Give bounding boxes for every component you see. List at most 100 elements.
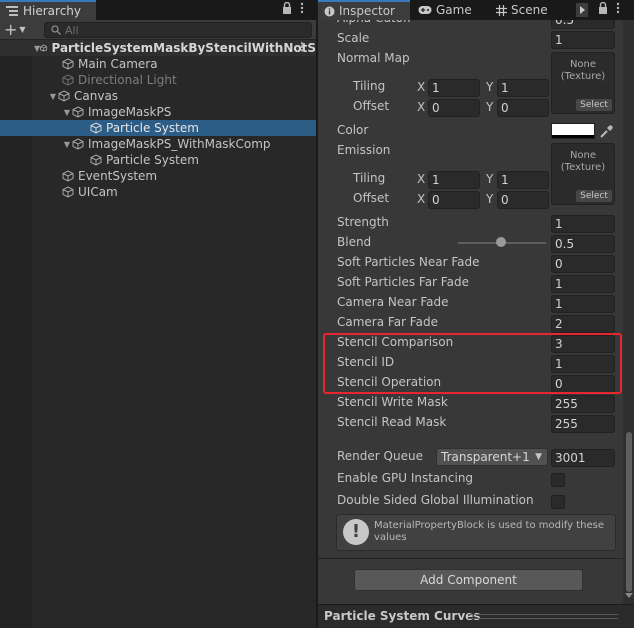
blend-slider-handle[interactable] xyxy=(496,237,506,247)
curves-title: Particle System Curves xyxy=(324,609,481,623)
render-queue-dropdown[interactable]: Transparent+1 ▼ xyxy=(436,448,548,466)
normal-map-offset-x-field[interactable]: 0 xyxy=(428,99,480,117)
stencil-write-mask-row: Stencil Write Mask 255 xyxy=(318,394,623,414)
emission-tiling-x-field[interactable]: 1 xyxy=(428,171,480,189)
lock-icon[interactable] xyxy=(282,2,292,14)
emission-offset-x-field[interactable]: 0 xyxy=(428,191,480,209)
particle-system-curves-header[interactable]: Particle System Curves xyxy=(318,604,634,628)
hierarchy-item-imagemaskps-withmaskcomp[interactable]: ▼ ImageMaskPS_WithMaskComp xyxy=(0,136,316,152)
help-box: ! MaterialPropertyBlock is used to modif… xyxy=(336,514,616,551)
hierarchy-item-canvas[interactable]: ▼ Canvas xyxy=(0,88,316,104)
y-label: Y xyxy=(486,100,494,114)
normal-map-tiling-x-field[interactable]: 1 xyxy=(428,79,480,97)
search-input[interactable] xyxy=(65,23,265,37)
hierarchy-item-label: Main Camera xyxy=(78,57,158,71)
camera-near-field[interactable]: 1 xyxy=(551,295,615,313)
normal-map-tiling-row: Tiling X 1 Y 1 xyxy=(318,78,623,98)
tab-game-label: Game xyxy=(436,3,472,17)
soft-far-field[interactable]: 1 xyxy=(551,275,615,293)
scroll-down-arrow-icon[interactable] xyxy=(625,593,633,598)
soft-near-row: Soft Particles Near Fade 0 xyxy=(318,254,623,274)
eyedropper-icon[interactable] xyxy=(598,124,614,140)
gpu-instancing-label: Enable GPU Instancing xyxy=(337,471,474,485)
normal-map-offset-y-field[interactable]: 0 xyxy=(497,99,549,117)
strength-row: Strength 1 xyxy=(318,214,623,234)
tab-scene[interactable]: Scene xyxy=(490,0,566,20)
resize-grip-icon[interactable] xyxy=(468,614,618,619)
soft-near-field[interactable]: 0 xyxy=(551,255,615,273)
hierarchy-item-eventsystem[interactable]: EventSystem xyxy=(0,168,316,184)
scene-name: ParticleSystemMaskByStencilWithNotS xyxy=(51,41,316,55)
double-sided-gi-checkbox[interactable] xyxy=(551,495,565,509)
normal-map-offset-row: Offset X 0 Y 0 xyxy=(318,98,623,118)
chevron-down-icon: ▼ xyxy=(19,25,26,34)
hierarchy-item-directional-light[interactable]: Directional Light xyxy=(0,72,316,88)
unity-scene-icon xyxy=(40,44,48,52)
tiling-label: Tiling xyxy=(353,79,386,93)
camera-near-label: Camera Near Fade xyxy=(337,295,449,309)
emission-offset-y-field[interactable]: 0 xyxy=(497,191,549,209)
hierarchy-item-label: Canvas xyxy=(74,89,119,103)
hierarchy-item-particle-system[interactable]: Particle System xyxy=(0,152,316,168)
tab-game[interactable]: Game xyxy=(412,0,488,20)
tab-scene-label: Scene xyxy=(511,3,548,17)
soft-far-label: Soft Particles Far Fade xyxy=(337,275,469,289)
stencil-write-mask-label: Stencil Write Mask xyxy=(337,395,448,409)
hierarchy-item-label: Directional Light xyxy=(78,73,177,87)
gameobject-cube-icon xyxy=(90,154,102,166)
more-options-icon[interactable] xyxy=(300,2,304,14)
add-component-button[interactable]: Add Component xyxy=(354,569,583,591)
hierarchy-item-label: ImageMaskPS xyxy=(88,105,172,119)
normal-map-tiling-y-field[interactable]: 1 xyxy=(497,79,549,97)
hierarchy-item-main-camera[interactable]: Main Camera xyxy=(0,56,316,72)
grid-icon xyxy=(496,4,507,16)
hierarchy-item-uicam[interactable]: UICam xyxy=(0,184,316,200)
gameobject-cube-icon xyxy=(62,58,74,70)
gpu-instancing-checkbox[interactable] xyxy=(551,473,565,487)
x-label: X xyxy=(417,100,426,114)
gameobject-cube-icon xyxy=(62,170,74,182)
texture-none-label: None xyxy=(569,59,597,70)
expand-triangle-icon[interactable]: ▼ xyxy=(62,140,72,149)
color-label: Color xyxy=(337,123,369,137)
tiling-label: Tiling xyxy=(353,171,386,185)
y-label: Y xyxy=(486,172,494,186)
offset-label: Offset xyxy=(353,99,390,113)
color-swatch[interactable] xyxy=(551,123,595,139)
hierarchy-item-imagemaskps[interactable]: ▼ ImageMaskPS xyxy=(0,104,316,120)
stencil-write-mask-field[interactable]: 255 xyxy=(551,395,615,413)
create-button[interactable]: + ▼ xyxy=(4,21,34,39)
tab-hierarchy[interactable]: Hierarchy xyxy=(0,0,96,20)
scene-row[interactable]: ▼ ParticleSystemMaskByStencilWithNotS ⋮ xyxy=(0,40,316,56)
emission-tiling-y-field[interactable]: 1 xyxy=(497,171,549,189)
hierarchy-item-label: Particle System xyxy=(106,121,199,135)
hierarchy-item-particle-system-selected[interactable]: Particle System xyxy=(0,120,316,136)
more-options-icon[interactable] xyxy=(616,2,620,14)
render-queue-field[interactable]: 3001 xyxy=(551,449,615,467)
scrollbar-thumb[interactable] xyxy=(626,432,632,592)
soft-near-label: Soft Particles Near Fade xyxy=(337,255,480,269)
section-divider xyxy=(318,558,623,559)
warning-icon: ! xyxy=(343,519,369,545)
tab-overflow-button[interactable] xyxy=(576,3,588,17)
hierarchy-search[interactable] xyxy=(44,22,312,38)
scale-field[interactable]: 1 xyxy=(551,31,615,49)
info-icon xyxy=(324,6,335,16)
strength-field[interactable]: 1 xyxy=(551,215,615,233)
expand-triangle-icon[interactable]: ▼ xyxy=(62,108,72,117)
chevron-down-icon: ▼ xyxy=(535,452,542,462)
inspector-scrollbar[interactable] xyxy=(623,20,634,604)
camera-far-field[interactable]: 2 xyxy=(551,315,615,333)
tab-inspector[interactable]: Inspector xyxy=(318,0,410,20)
y-label: Y xyxy=(486,80,494,94)
hierarchy-item-label: EventSystem xyxy=(78,169,158,183)
stencil-read-mask-field[interactable]: 255 xyxy=(551,415,615,433)
scene-more-options-icon[interactable]: ⋮ xyxy=(296,40,308,54)
double-sided-gi-row: Double Sided Global Illumination xyxy=(318,492,623,512)
expand-triangle-icon[interactable]: ▼ xyxy=(48,92,58,101)
lock-icon[interactable] xyxy=(598,2,608,14)
stencil-highlight-box xyxy=(323,333,622,394)
soft-far-row: Soft Particles Far Fade 1 xyxy=(318,274,623,294)
texture-none-label: None xyxy=(569,150,597,161)
blend-field[interactable]: 0.5 xyxy=(551,235,615,253)
